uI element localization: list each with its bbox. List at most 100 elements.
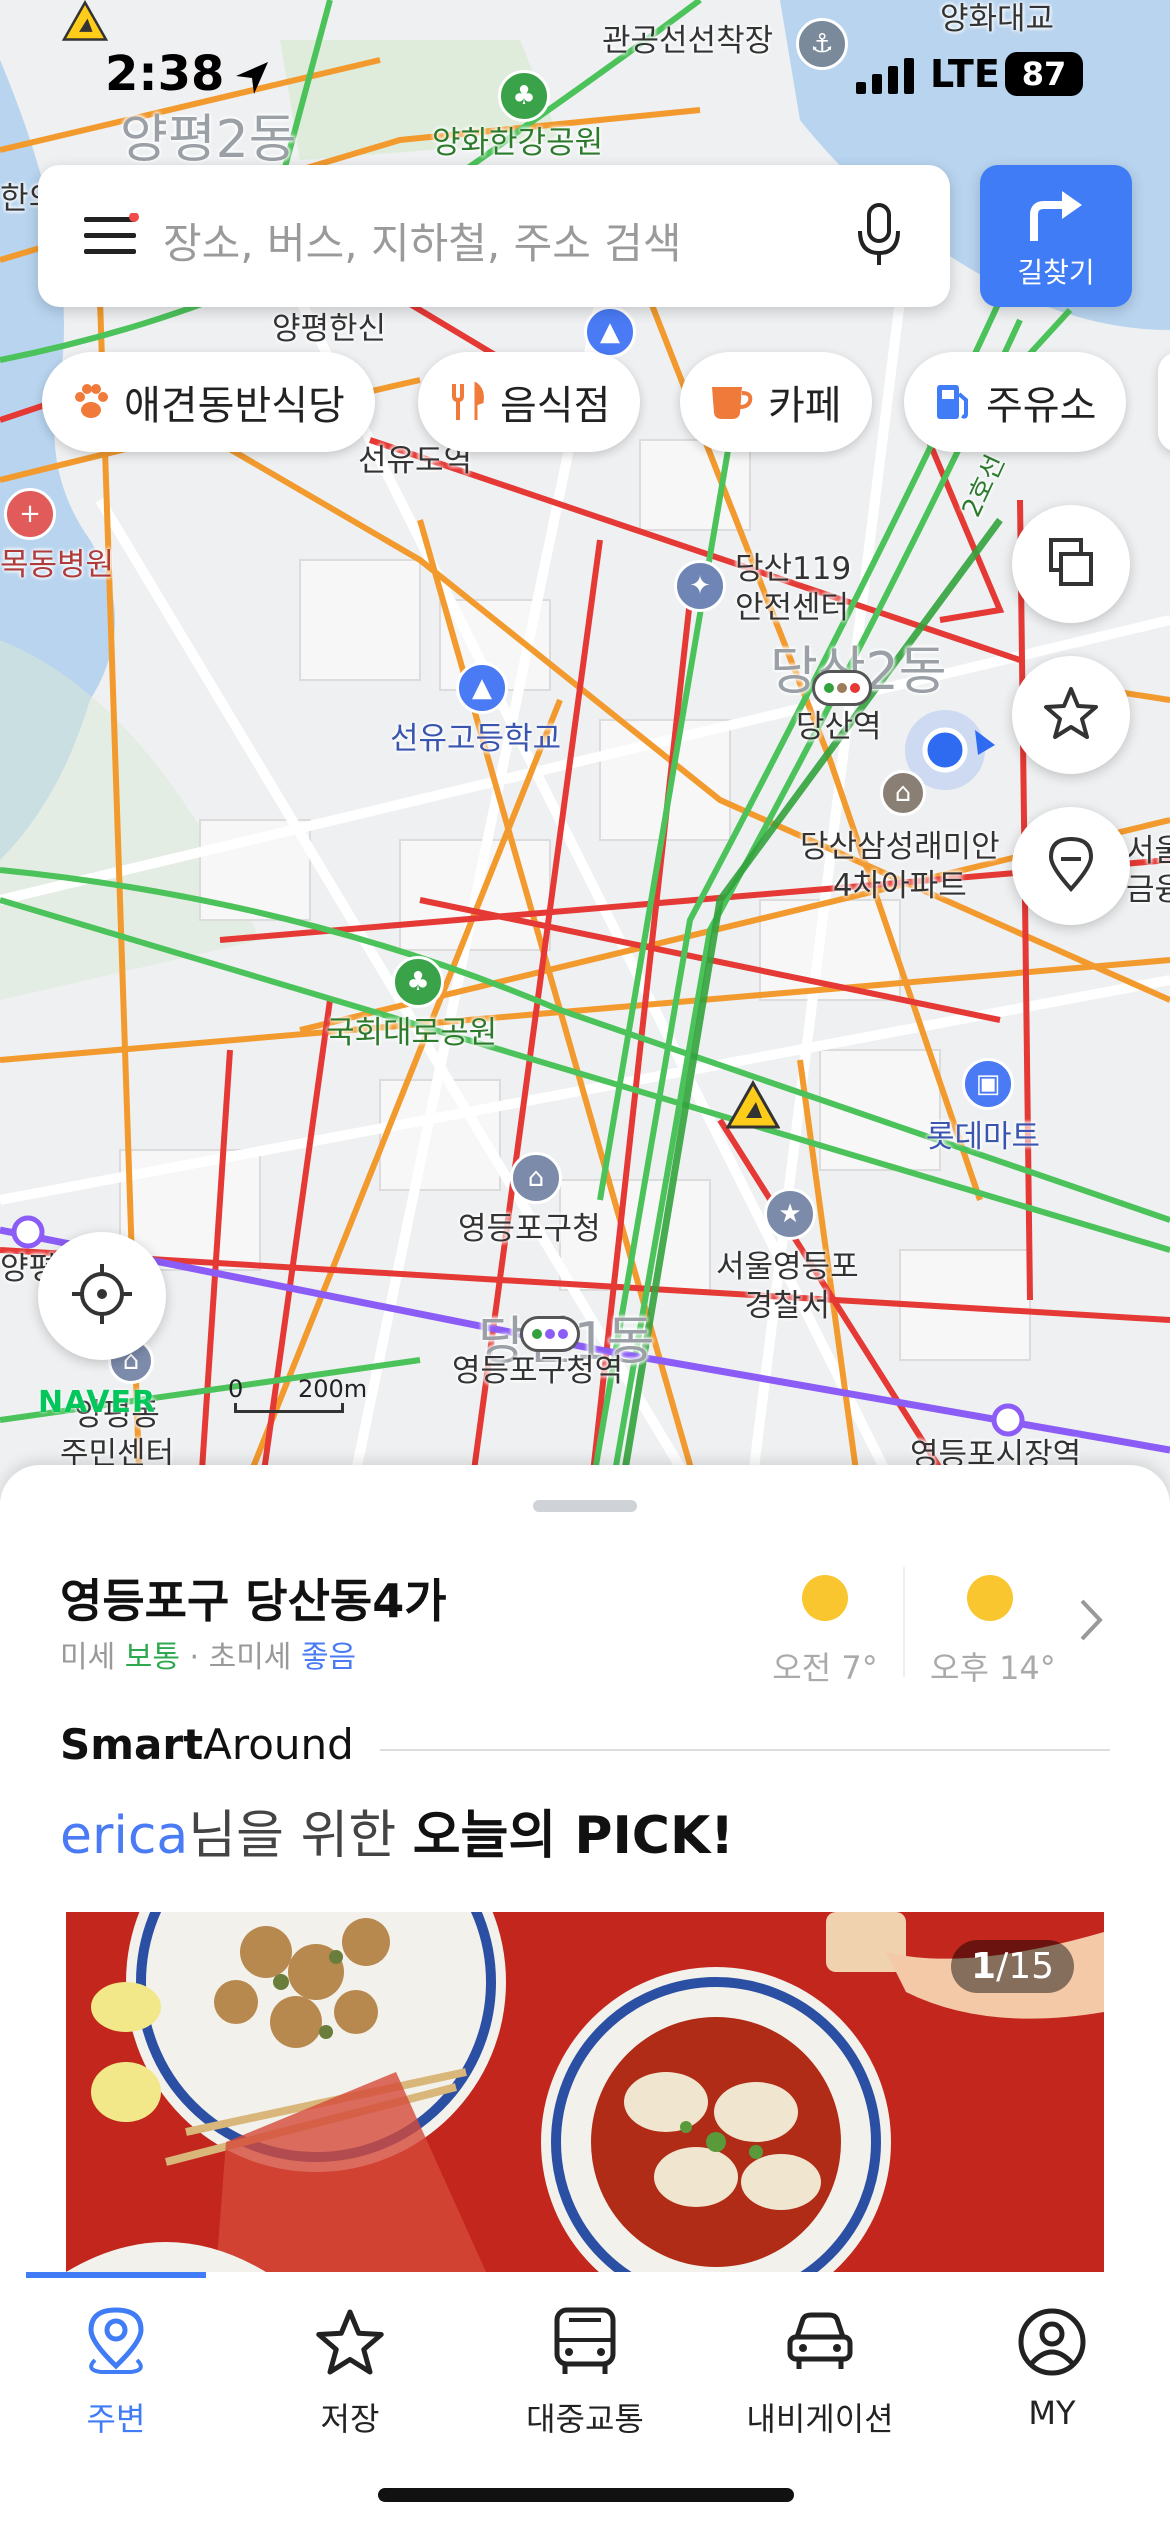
map-label-fire-station: 당산119 안전센터 xyxy=(735,551,852,626)
card-counter: 1/15 xyxy=(951,1940,1074,1993)
profile-icon xyxy=(952,2302,1152,2382)
government-icon: ⌂ xyxy=(510,1152,562,1204)
sheet-drag-handle[interactable] xyxy=(533,1500,637,1512)
fine-dust-value: 좋음 xyxy=(300,1640,357,1675)
separator: · xyxy=(189,1640,200,1675)
search-bar[interactable]: 장소, 버스, 지하철, 주소 검색 xyxy=(38,165,950,307)
chip-more[interactable] xyxy=(1158,352,1170,452)
recommendation-card[interactable]: 1/15 xyxy=(66,1912,1104,2272)
pick-mid: 님을 위한 xyxy=(188,1806,413,1866)
turn-right-arrow-icon xyxy=(1026,187,1088,247)
weather-time: 오전 xyxy=(772,1649,832,1687)
current-location-button[interactable] xyxy=(38,1232,166,1360)
fine-dust-label: 초미세 xyxy=(208,1640,292,1675)
star-icon xyxy=(1043,685,1099,745)
fork-knife-icon xyxy=(448,382,486,422)
subway-station-marker[interactable] xyxy=(520,1316,580,1352)
tab-label: 주변 xyxy=(86,2400,146,2438)
school-icon: ▲ xyxy=(456,662,508,714)
paw-icon xyxy=(72,383,110,421)
home-indicator[interactable] xyxy=(378,2488,794,2502)
scale-zero: 0 xyxy=(228,1375,244,1403)
layers-button[interactable] xyxy=(1012,505,1130,623)
map-label-office-station: 영등포구청역 xyxy=(452,1353,624,1389)
chevron-right-icon[interactable] xyxy=(1076,1595,1106,1649)
fire-station-icon: ✦ xyxy=(674,560,726,612)
current-area-title: 영등포구 당산동4가 xyxy=(60,1574,447,1628)
air-quality: 미세 보통 · 초미세 좋음 xyxy=(60,1632,356,1676)
chip-gas-station[interactable]: 주유소 xyxy=(904,352,1127,452)
weather-afternoon[interactable]: 오후 14° xyxy=(930,1575,1056,1689)
chip-cafe[interactable]: 카페 xyxy=(680,352,872,452)
weather-temp: 7° xyxy=(841,1649,878,1687)
tab-my[interactable]: MY xyxy=(952,2302,1152,2432)
car-icon xyxy=(720,2302,920,2382)
construction-icon xyxy=(725,1079,781,1130)
microphone-icon[interactable] xyxy=(854,203,904,273)
smart-rest: Around xyxy=(203,1720,354,1769)
dust-label: 미세 xyxy=(60,1640,116,1675)
chip-restaurant[interactable]: 음식점 xyxy=(418,352,641,452)
tab-label: 저장 xyxy=(320,2400,380,2438)
police-icon: ★ xyxy=(764,1188,816,1240)
map-pin-icon xyxy=(1047,835,1095,897)
map-label-police: 서울영등포 경찰서 xyxy=(716,1249,859,1324)
hospital-icon: + xyxy=(4,488,56,540)
smart-bold: Smart xyxy=(60,1720,204,1769)
map-label-apartment-2: 당산삼성래미안 4차아파트 xyxy=(800,829,1000,904)
park-icon: ♣ xyxy=(392,956,444,1008)
weather-time: 오후 xyxy=(930,1649,989,1687)
pick-heading: erica님을 위한 오늘의 PICK! xyxy=(60,1793,734,1868)
map-label-park-2: 국회대로공원 xyxy=(326,1015,498,1051)
map-label-office: 영등포구청 xyxy=(458,1211,601,1247)
coffee-cup-icon xyxy=(710,383,754,421)
weather-divider xyxy=(903,1567,905,1677)
bus-icon xyxy=(485,2302,685,2382)
apartment-icon: ⌂ xyxy=(880,770,926,816)
battery-indicator: 87 xyxy=(1005,52,1083,96)
map-label-apartment: 양평한신 xyxy=(272,311,387,347)
network-type: LTE xyxy=(930,52,1000,96)
directions-button[interactable]: 길찾기 xyxy=(980,165,1132,307)
chip-label: 카페 xyxy=(768,383,842,429)
chip-label: 주유소 xyxy=(986,383,1097,429)
search-input[interactable]: 장소, 버스, 지하철, 주소 검색 xyxy=(163,210,682,271)
weather-morning[interactable]: 오전 7° xyxy=(765,1575,885,1689)
scale-label: 200m xyxy=(298,1375,368,1403)
scale-bar xyxy=(234,1403,344,1413)
divider xyxy=(380,1749,1110,1751)
weather-temp: 14° xyxy=(999,1649,1056,1687)
sun-icon xyxy=(967,1575,1013,1621)
subway-station-marker[interactable] xyxy=(812,670,872,706)
location-pin-icon xyxy=(16,2302,216,2382)
sun-icon xyxy=(802,1575,848,1621)
location-arrow-icon xyxy=(232,58,272,102)
active-tab-indicator xyxy=(26,2272,206,2278)
map-label-school: 선유고등학교 xyxy=(390,721,562,757)
tab-navigation[interactable]: 내비게이션 xyxy=(720,2302,920,2440)
signal-icon xyxy=(856,56,918,100)
menu-icon[interactable] xyxy=(84,212,140,263)
tab-transit[interactable]: 대중교통 xyxy=(485,2302,685,2440)
crosshair-icon xyxy=(70,1262,134,1330)
chip-pet-restaurant[interactable]: 애견동반식당 xyxy=(42,352,375,452)
map-label-cut-right: 서울 금융 xyxy=(1126,833,1170,908)
map-label-dangsan-station: 당산역 xyxy=(796,709,882,745)
layers-icon xyxy=(1045,536,1097,592)
card-total: /15 xyxy=(996,1946,1054,1987)
tab-saved[interactable]: 저장 xyxy=(250,2302,450,2440)
tab-nearby[interactable]: 주변 xyxy=(16,2302,216,2440)
favorites-button[interactable] xyxy=(1012,656,1130,774)
tab-label: MY xyxy=(1028,2394,1076,2432)
school-icon: ▲ xyxy=(584,306,636,358)
pick-strong: 오늘의 PICK! xyxy=(412,1806,734,1866)
card-current: 1 xyxy=(971,1946,997,1987)
place-pin-button[interactable] xyxy=(1012,807,1130,925)
chip-label: 음식점 xyxy=(500,383,611,429)
directions-label: 길찾기 xyxy=(1017,256,1095,289)
clock: 2:38 xyxy=(105,46,225,102)
tab-label: 내비게이션 xyxy=(746,2400,894,2438)
user-name: erica xyxy=(60,1806,189,1866)
map-label-hospital: 목동병원 xyxy=(0,547,115,583)
naver-logo: NAVER xyxy=(38,1385,157,1420)
